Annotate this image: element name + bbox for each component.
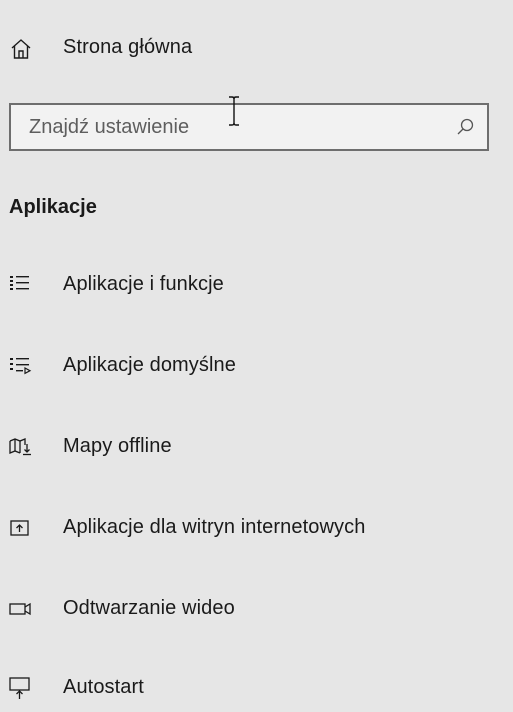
apps-list-icon xyxy=(9,273,33,297)
nav-item-label: Aplikacje domyślne xyxy=(63,354,236,376)
apps-for-websites-icon xyxy=(9,516,33,540)
settings-nav-pane: Strona główna Aplikacje xyxy=(0,0,513,702)
nav-item-label: Mapy offline xyxy=(63,435,172,457)
nav-item-label: Odtwarzanie wideo xyxy=(63,597,235,619)
home-icon xyxy=(10,38,32,60)
nav-item-label: Autostart xyxy=(63,676,144,698)
nav-item-apps-features[interactable]: Aplikacje i funkcje xyxy=(0,261,513,309)
offline-maps-icon xyxy=(9,435,33,459)
section-title: Aplikacje xyxy=(9,196,97,218)
startup-icon xyxy=(9,676,33,700)
nav-home-label: Strona główna xyxy=(63,36,193,58)
nav-item-label: Aplikacje i funkcje xyxy=(63,273,224,295)
default-apps-icon xyxy=(9,354,33,378)
nav-item-offline-maps[interactable]: Mapy offline xyxy=(0,423,513,471)
nav-item-startup[interactable]: Autostart xyxy=(0,664,513,712)
nav-item-label: Aplikacje dla witryn internetowych xyxy=(63,516,366,538)
nav-item-apps-for-websites[interactable]: Aplikacje dla witryn internetowych xyxy=(0,504,513,552)
search-box[interactable] xyxy=(9,103,489,151)
search-icon[interactable] xyxy=(455,117,475,137)
nav-item-default-apps[interactable]: Aplikacje domyślne xyxy=(0,342,513,390)
nav-home[interactable]: Strona główna xyxy=(0,26,513,70)
nav-item-video-playback[interactable]: Odtwarzanie wideo xyxy=(0,585,513,633)
text-cursor-icon xyxy=(228,96,240,126)
video-playback-icon xyxy=(9,597,33,621)
